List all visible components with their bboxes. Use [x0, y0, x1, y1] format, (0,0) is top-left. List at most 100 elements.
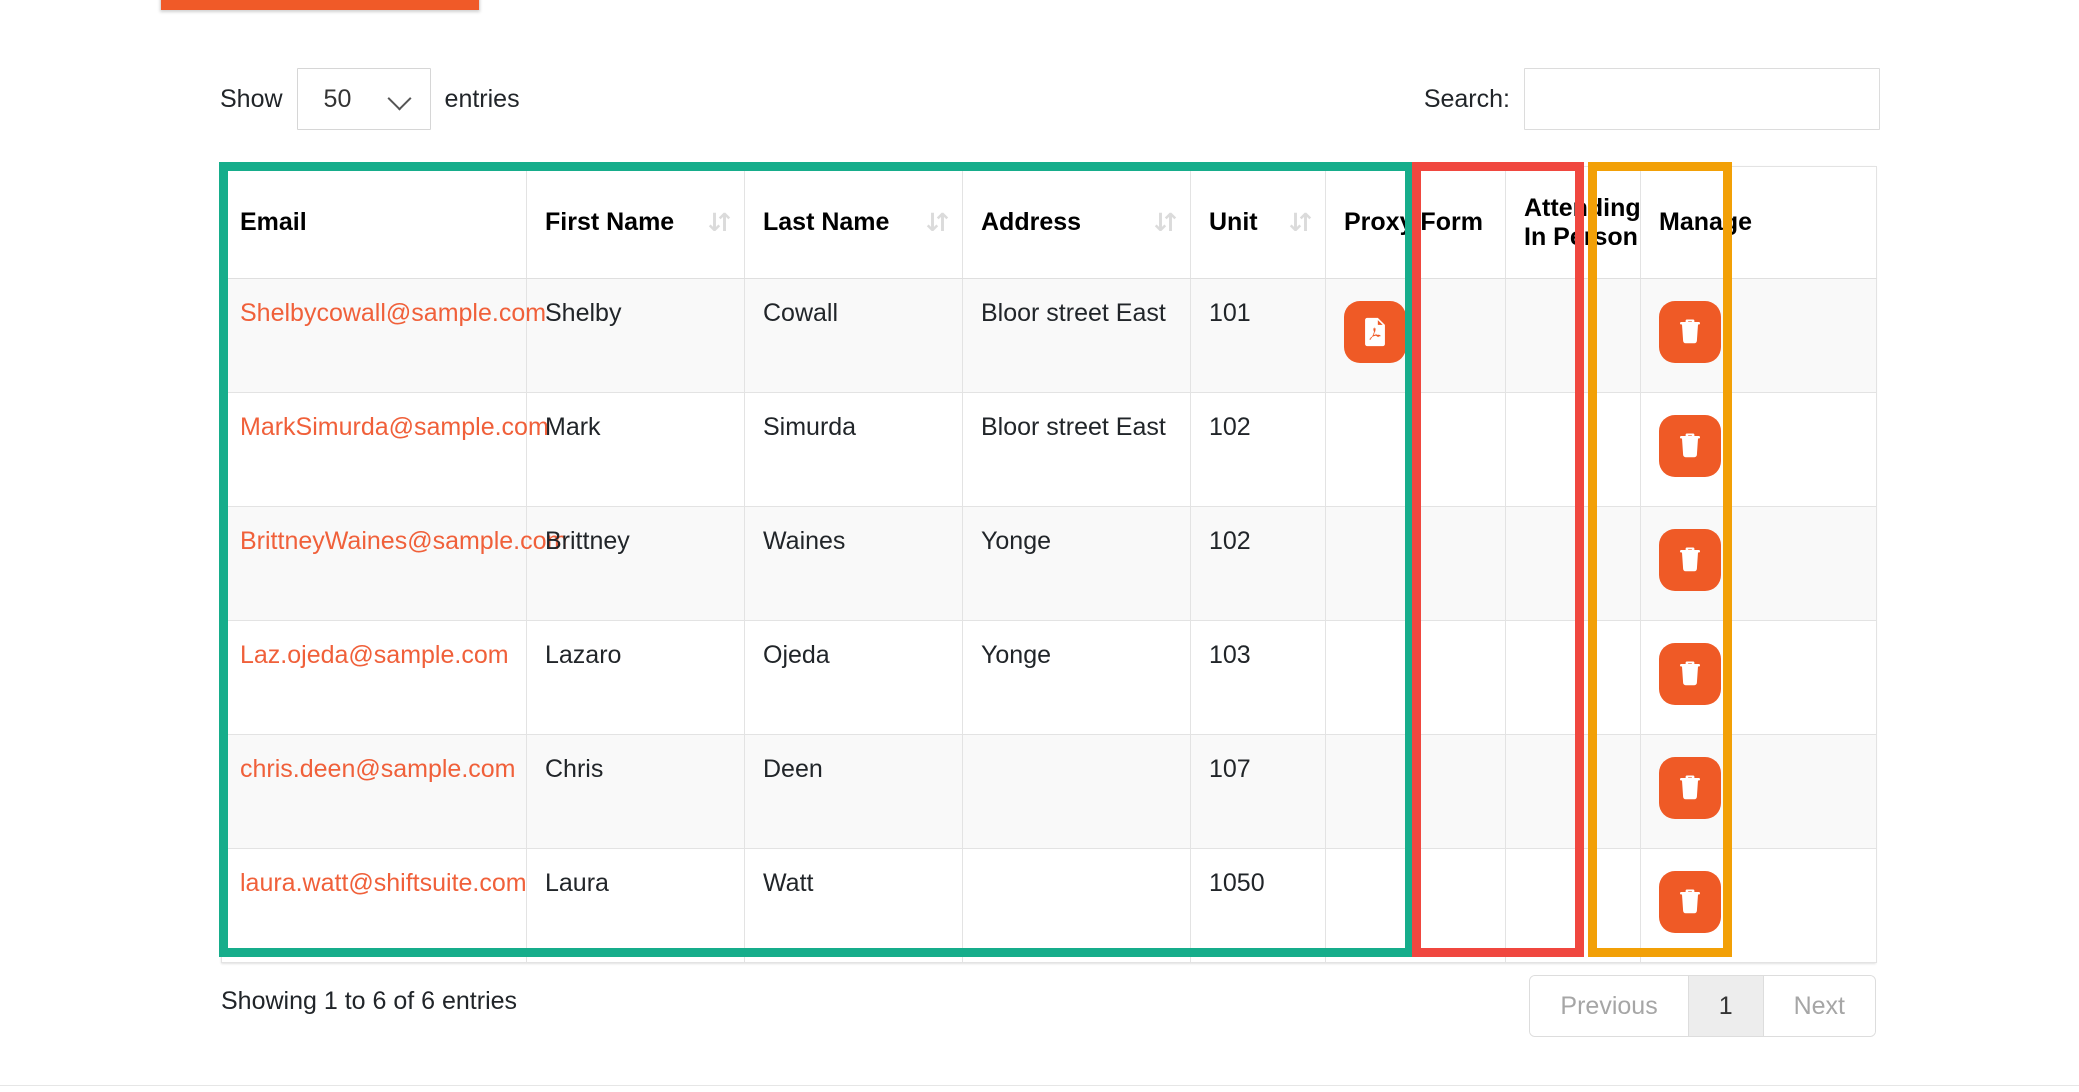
cell-unit: 102: [1190, 392, 1326, 507]
members-table: Email First Name ↓ ↑ Last Name ↓ ↑ Addre…: [221, 166, 1877, 963]
column-header-address[interactable]: Address ↓ ↑: [962, 166, 1191, 279]
column-header-attending-in-person[interactable]: Attending In Person: [1505, 166, 1641, 279]
column-header-proxy-form[interactable]: Proxy Form: [1325, 166, 1506, 279]
cell-attending-in-person: [1505, 392, 1641, 507]
chevron-down-icon: [387, 86, 412, 111]
header-row: Email First Name ↓ ↑ Last Name ↓ ↑ Addre…: [221, 166, 1877, 279]
table-row: BrittneyWaines@sample.com Brittney Waines Y…: [221, 506, 1877, 621]
cell-attending-in-person: [1505, 506, 1641, 621]
tab-bar: [160, 0, 480, 10]
pdf-file-icon-button[interactable]: [1344, 301, 1406, 363]
email-link[interactable]: chris.deen@sample.com: [240, 755, 516, 783]
cell-last-name: Waines: [744, 506, 963, 621]
cell-first-name: Laura: [526, 848, 745, 963]
sort-arrows-icon: ↓ ↑: [1150, 207, 1181, 237]
search-label: Search:: [1423, 84, 1510, 113]
cell-address: Yonge: [962, 506, 1191, 621]
cell-attending-in-person: [1505, 620, 1641, 735]
column-header-email[interactable]: Email: [221, 166, 527, 279]
column-label-address: Address: [981, 208, 1082, 236]
cell-address: Bloor street East: [962, 278, 1191, 393]
cell-unit: 107: [1190, 734, 1326, 849]
cell-manage: [1640, 506, 1877, 621]
table-row: chris.deen@sample.com Chris Deen 107: [221, 734, 1877, 849]
cell-first-name: Shelby: [526, 278, 745, 393]
email-link[interactable]: BrittneyWaines@sample.com: [240, 527, 567, 555]
cell-address: Bloor street East: [962, 392, 1191, 507]
cell-manage: [1640, 392, 1877, 507]
cell-email: Shelbycowall@sample.com: [221, 278, 546, 393]
cell-attending-in-person: [1505, 848, 1641, 963]
column-header-last-name[interactable]: Last Name ↓ ↑: [744, 166, 963, 279]
cell-last-name: Cowall: [744, 278, 963, 393]
cell-address: Yonge: [962, 620, 1191, 735]
pagination-next-button[interactable]: Next: [1763, 976, 1875, 1036]
cell-unit: 1050: [1190, 848, 1326, 963]
cell-manage: [1640, 848, 1877, 963]
entries-label: entries: [444, 84, 520, 113]
cell-attending-in-person: [1505, 734, 1641, 849]
column-header-first-name[interactable]: First Name ↓ ↑: [526, 166, 745, 279]
column-header-unit[interactable]: Unit ↓ ↑: [1190, 166, 1326, 279]
column-label-last-name: Last Name: [763, 208, 890, 236]
active-tab-indicator[interactable]: [160, 0, 480, 10]
email-link[interactable]: MarkSimurda@sample.com: [240, 413, 549, 441]
table-body: Shelbycowall@sample.com Shelby Cowall Bloor…: [221, 278, 1877, 963]
cell-proxy-form: [1325, 848, 1506, 963]
pagination-page-1-button[interactable]: 1: [1688, 976, 1764, 1036]
email-link[interactable]: laura.watt@shiftsuite.com: [240, 869, 527, 897]
cell-email: MarkSimurda@sample.com: [221, 392, 549, 507]
cell-unit: 101: [1190, 278, 1326, 393]
cell-attending-in-person: [1505, 278, 1641, 393]
cell-email: BrittneyWaines@sample.com: [221, 506, 567, 621]
cell-last-name: Ojeda: [744, 620, 963, 735]
sort-arrows-icon: ↓ ↑: [704, 207, 735, 237]
table-info: Showing 1 to 6 of 6 entries: [221, 987, 518, 1015]
cell-first-name: Lazaro: [526, 620, 745, 735]
table-row: Shelbycowall@sample.com Shelby Cowall Bloor…: [221, 278, 1877, 393]
pagination-previous-button[interactable]: Previous: [1530, 976, 1689, 1036]
table-header: Email First Name ↓ ↑ Last Name ↓ ↑ Addre…: [221, 166, 1877, 279]
column-label-email: Email: [240, 208, 307, 236]
column-label-proxy-form: Proxy Form: [1344, 208, 1483, 236]
cell-address: [962, 848, 1191, 963]
datatable-footer: Showing 1 to 6 of 6 entries Previous 1 N…: [221, 975, 1876, 1055]
cell-email: chris.deen@sample.com: [221, 734, 527, 849]
cell-proxy-form: [1325, 278, 1506, 393]
delete-row-button[interactable]: [1659, 757, 1721, 819]
cell-unit: 103: [1190, 620, 1326, 735]
email-link[interactable]: Laz.ojeda@sample.com: [240, 641, 509, 669]
column-label-unit: Unit: [1209, 208, 1258, 236]
cell-manage: [1640, 734, 1877, 849]
cell-first-name: Mark: [526, 392, 745, 507]
column-label-first-name: First Name: [545, 208, 675, 236]
delete-row-button[interactable]: [1659, 415, 1721, 477]
cell-address: [962, 734, 1191, 849]
members-table-container: Email First Name ↓ ↑ Last Name ↓ ↑ Addre…: [221, 166, 1877, 963]
delete-row-button[interactable]: [1659, 643, 1721, 705]
cell-proxy-form: [1325, 392, 1506, 507]
cell-first-name: Brittney: [526, 506, 745, 621]
cell-manage: [1640, 278, 1877, 393]
sort-arrows-icon: ↓ ↑: [922, 207, 953, 237]
delete-row-button[interactable]: [1659, 529, 1721, 591]
delete-row-button[interactable]: [1659, 871, 1721, 933]
table-row: Laz.ojeda@sample.com Lazaro Ojeda Yonge 103: [221, 620, 1877, 735]
cell-unit: 102: [1190, 506, 1326, 621]
cell-proxy-form: [1325, 734, 1506, 849]
cell-email: laura.watt@shiftsuite.com: [221, 848, 527, 963]
search-input[interactable]: [1524, 68, 1880, 130]
delete-row-button[interactable]: [1659, 301, 1721, 363]
show-label: Show: [220, 84, 283, 113]
sort-arrows-icon: ↓ ↑: [1285, 207, 1316, 237]
search-control: Search:: [1424, 68, 1880, 130]
email-link[interactable]: Shelbycowall@sample.com: [240, 299, 546, 327]
cell-last-name: Deen: [744, 734, 963, 849]
cell-first-name: Chris: [526, 734, 745, 849]
cell-manage: [1640, 620, 1877, 735]
pagination: Previous 1 Next: [1529, 975, 1876, 1037]
column-header-manage[interactable]: Manage: [1640, 166, 1877, 279]
cell-proxy-form: [1325, 506, 1506, 621]
cell-email: Laz.ojeda@sample.com: [221, 620, 527, 735]
page-length-select[interactable]: 50: [296, 68, 431, 130]
